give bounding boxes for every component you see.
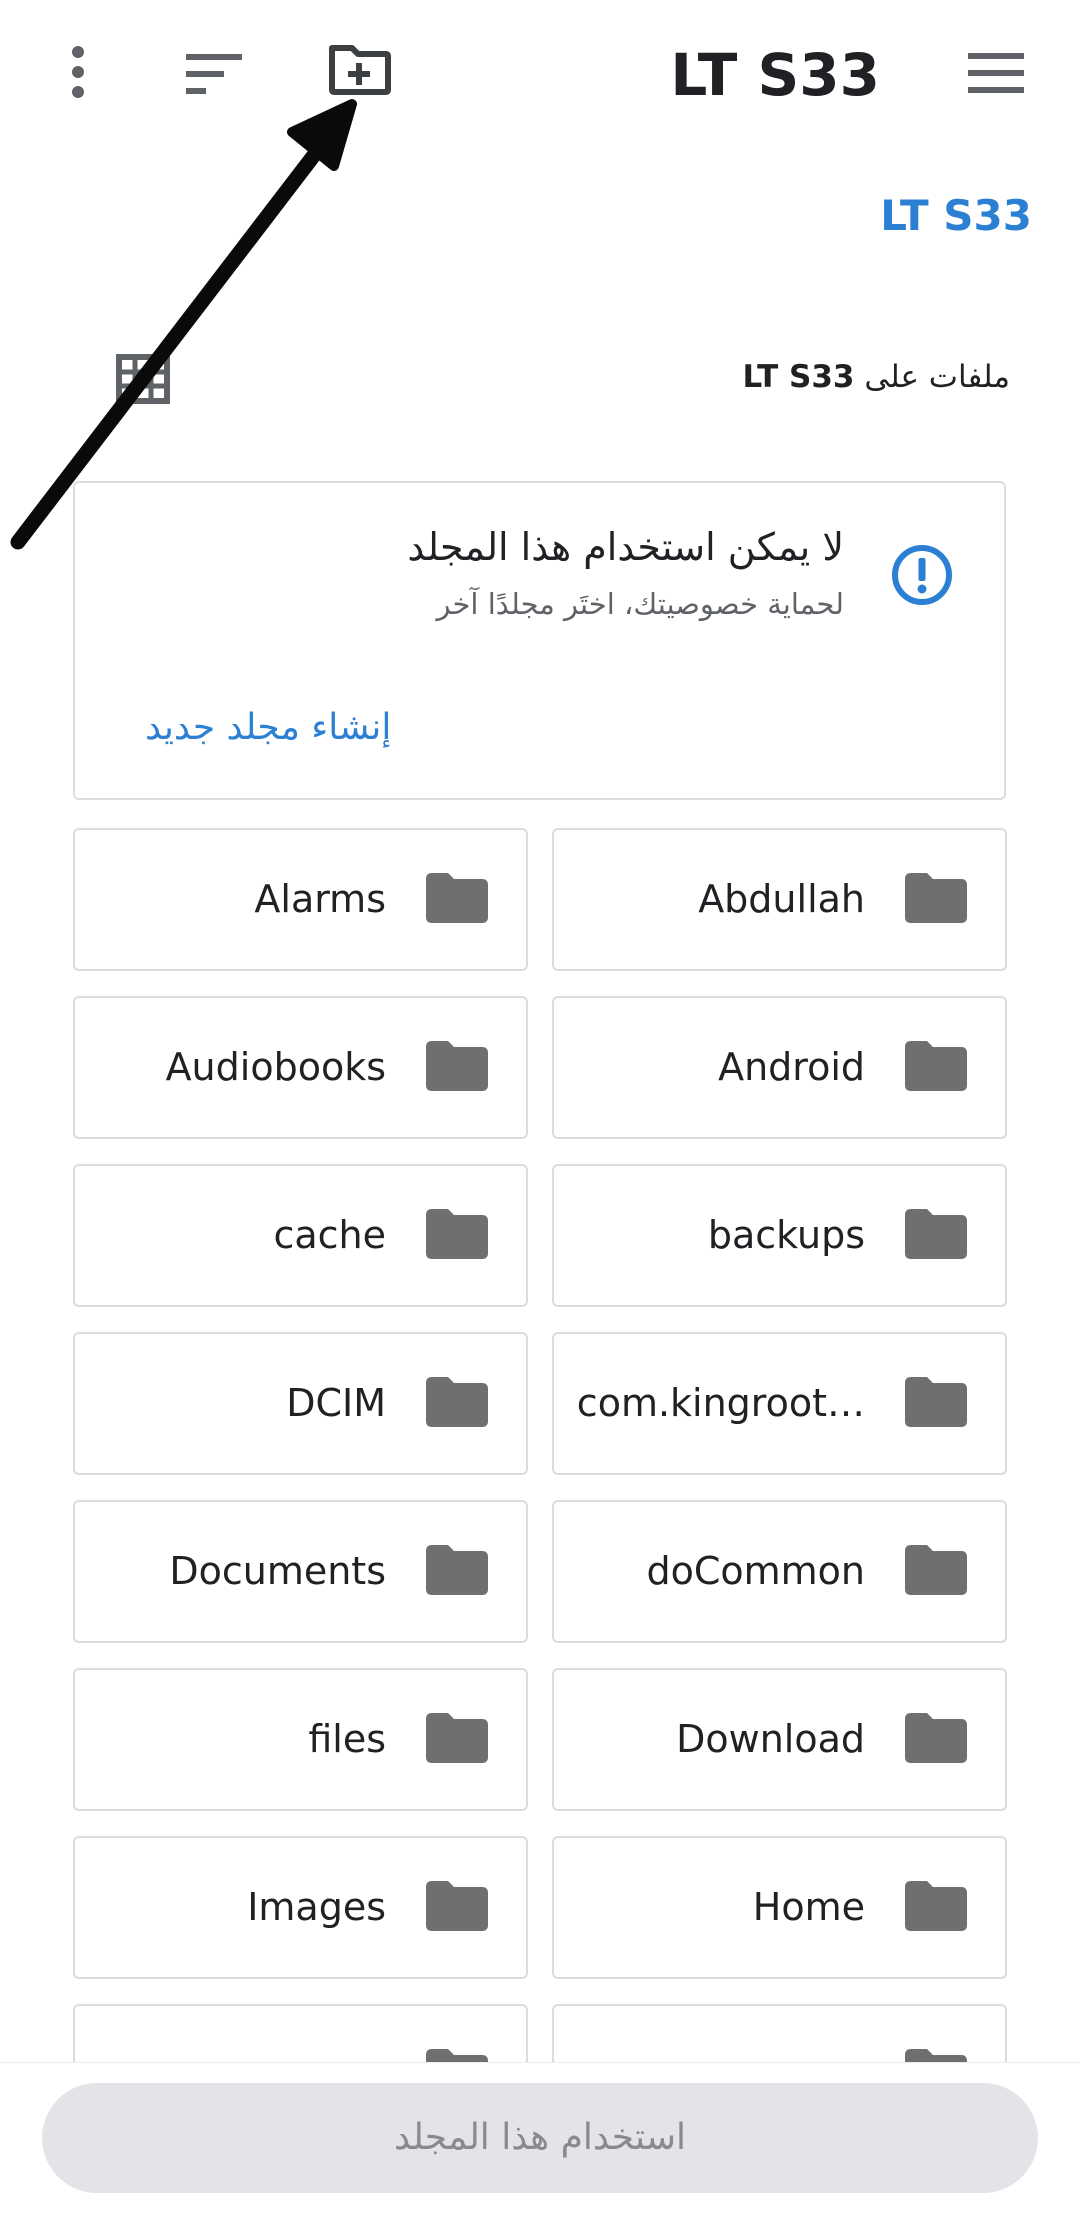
folder-name: doCommon [646,1549,865,1593]
folder-tile[interactable]: Home [552,1836,1007,1979]
folder-tile[interactable]: Abdullah [552,828,1007,971]
folder-tile[interactable]: cache [73,1164,528,1307]
folder-tile[interactable]: Android [552,996,1007,1139]
folder-tile[interactable]: com.kingroot… [552,1332,1007,1475]
folder-tile[interactable]: doCommon [552,1500,1007,1643]
folder-icon [426,873,488,923]
folder-icon [426,1545,488,1595]
folder-tile[interactable]: Alarms [73,828,528,971]
folder-tile[interactable]: DCIM [73,1332,528,1475]
folder-name: files [308,1717,386,1761]
folder-name: Abdullah [698,877,865,921]
folder-tile[interactable]: Download [552,1668,1007,1811]
folder-name: Audiobooks [165,1045,386,1089]
folder-tile[interactable]: Audiobooks [73,996,528,1139]
folder-name: Home [752,1885,865,1929]
folder-name: Documents [169,1549,386,1593]
folder-icon [426,1713,488,1763]
folder-icon [426,1377,488,1427]
folder-name: Download [676,1717,865,1761]
folder-name: com.kingroot… [576,1381,865,1425]
folder-name: Alarms [254,877,386,921]
folder-tile[interactable]: backups [552,1164,1007,1307]
document-picker-screen: LT S33 LT S33 ملفات على LT S33 لا يمكن ا… [0,0,1080,2225]
folder-icon [426,1041,488,1091]
folder-icon [426,1209,488,1259]
folder-tile[interactable]: Documents [73,1500,528,1643]
folder-name: Android [718,1045,865,1089]
folder-name: cache [273,1213,386,1257]
folder-name: backups [707,1213,865,1257]
folder-icon [905,873,967,923]
folder-icon [905,1041,967,1091]
folder-icon [905,1209,967,1259]
folder-name: DCIM [286,1381,386,1425]
folder-icon [905,1713,967,1763]
folder-icon [905,1377,967,1427]
folder-tile[interactable]: Images [73,1836,528,1979]
folder-icon [905,1881,967,1931]
folder-grid: Abdullah Alarms Android Audiobooks backu… [0,0,1080,2225]
use-this-folder-button[interactable]: استخدام هذا المجلد [42,2083,1038,2193]
folder-icon [426,1881,488,1931]
folder-icon [905,1545,967,1595]
folder-tile[interactable]: files [73,1668,528,1811]
folder-name: Images [247,1885,386,1929]
